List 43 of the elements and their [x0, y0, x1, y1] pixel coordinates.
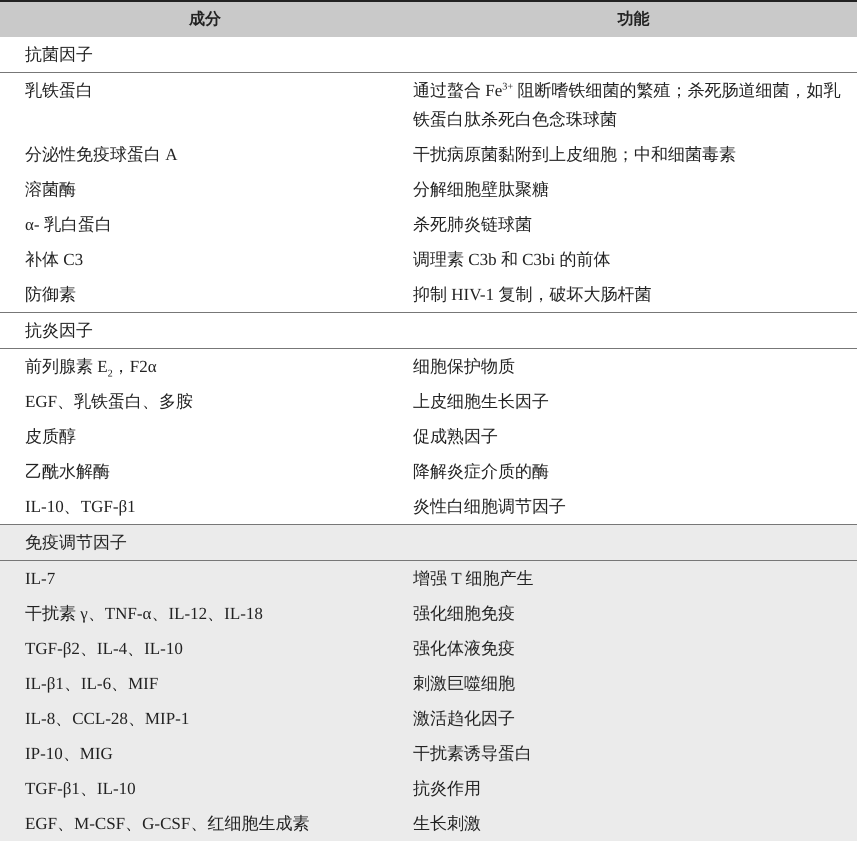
table-cell: EGF、乳铁蛋白、多胺: [25, 392, 194, 411]
table-cell: 强化体液免疫: [413, 639, 515, 658]
table-cell: 杀死肺炎链球菌: [413, 215, 532, 234]
group-heading: 免疫调节因子: [25, 532, 127, 554]
table-cell: 刺激巨噬细胞: [413, 674, 515, 693]
column-header: 成分: [189, 9, 221, 28]
table-cell: 乙酰水解酶: [25, 462, 110, 481]
table-cell: TGF-β2、IL-4、IL-10: [25, 639, 183, 658]
table-cell: 抗炎作用: [413, 779, 481, 798]
table-cell: 通过螯合 Fe$^{3+}$ 阻断嗜铁细菌的繁殖；杀死肠道细菌，如乳铁蛋白肽杀死白色念珠球菌: [413, 81, 840, 129]
table-cell: 强化细胞免疫: [413, 604, 515, 623]
table-cell: 皮质醇: [25, 427, 76, 446]
table-cell: 增强 T 细胞产生: [413, 569, 534, 588]
table-cell: 干扰素诱导蛋白: [413, 744, 532, 763]
table-cell: IP-10、MIG: [25, 744, 113, 763]
table-cell: TGF-β1、IL-10: [25, 779, 136, 798]
table-cell: 降解炎症介质的酶: [413, 462, 549, 481]
group-heading: 抗炎因子: [25, 320, 93, 342]
table-cell: 生长刺激: [413, 814, 481, 833]
table-cell: EGF、M-CSF、G-CSF、红细胞生成素: [25, 814, 310, 833]
table-cell: 补体 C3: [25, 250, 84, 269]
table-cell: 分泌性免疫球蛋白 A: [25, 145, 178, 164]
table-cell: 炎性白细胞调节因子: [413, 497, 566, 516]
table-cell: 抑制 HIV-1 复制，破坏大肠杆菌: [413, 285, 652, 304]
table-cell: 防御素: [25, 285, 76, 304]
table-cell: α- 乳白蛋白: [25, 215, 112, 234]
table-cell: 干扰素 γ、TNF-α、IL-12、IL-18: [25, 604, 263, 623]
table-cell: IL-10、TGF-β1: [25, 497, 136, 516]
table-cell: 激活趋化因子: [413, 709, 515, 728]
table-cell: 细胞保护物质: [413, 357, 515, 376]
table-cell: 前列腺素 E$_{2}$，F2α: [25, 357, 157, 376]
table-cell: 乳铁蛋白: [25, 81, 93, 100]
table-cell: 上皮细胞生长因子: [413, 392, 549, 411]
table-cell: 干扰病原菌黏附到上皮细胞；中和细菌毒素: [413, 145, 736, 164]
table-cell: 调理素 C3b 和 C3bi 的前体: [413, 250, 610, 269]
table-cell: 溶菌酶: [25, 180, 76, 199]
table-cell: IL-7: [25, 569, 56, 588]
table-cell: 促成熟因子: [413, 427, 498, 446]
group-heading: 抗菌因子: [25, 44, 93, 66]
column-header: 功能: [618, 9, 650, 28]
table-cell: IL-β1、IL-6、MIF: [25, 674, 158, 693]
table-cell: 分解细胞壁肽聚糖: [413, 180, 549, 199]
table-cell: IL-8、CCL-28、MIP-1: [25, 709, 190, 728]
